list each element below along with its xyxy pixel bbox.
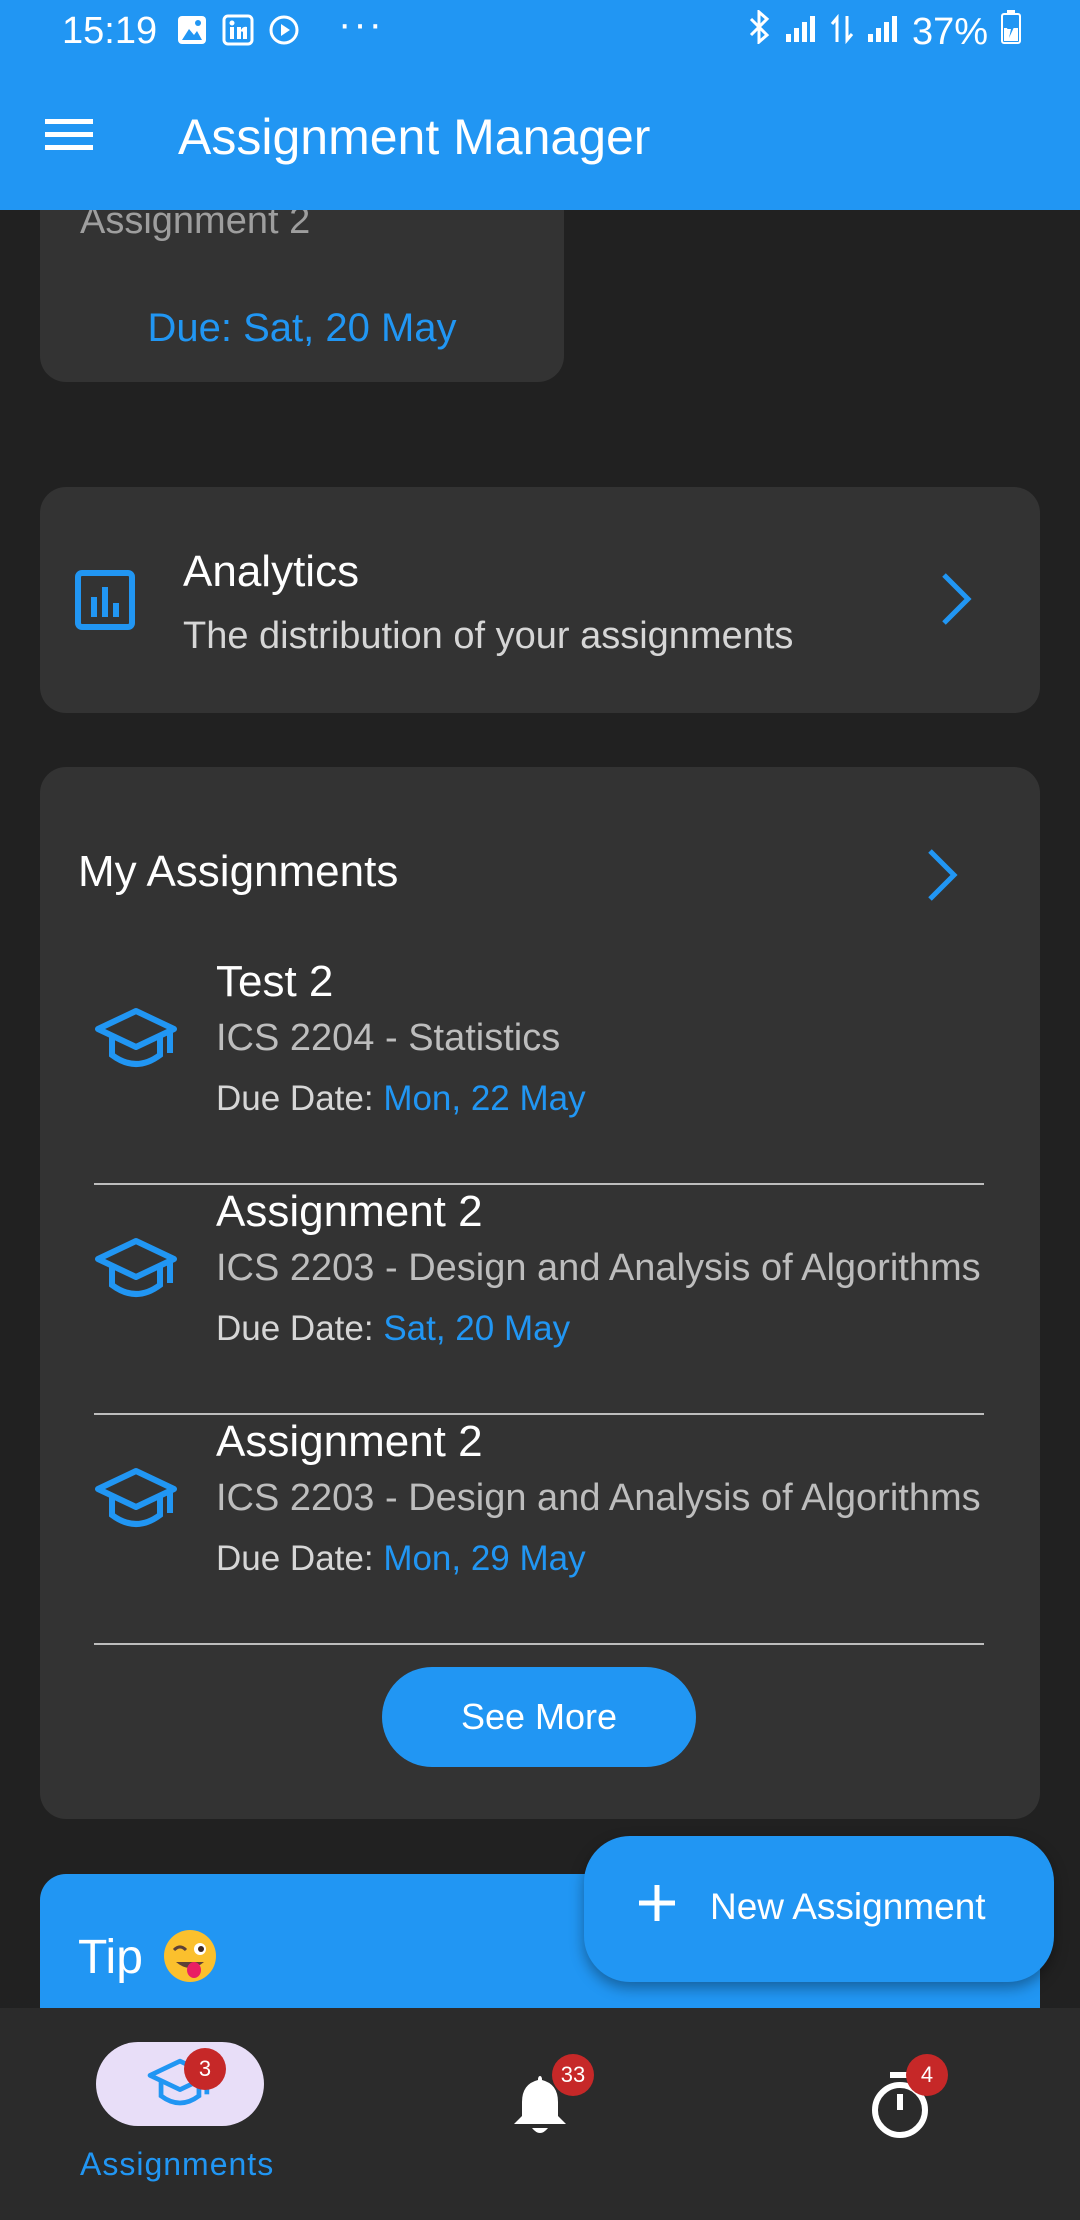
menu-icon[interactable] (30, 104, 108, 166)
new-assignment-fab[interactable]: New Assignment (584, 1836, 1054, 1982)
analytics-title: Analytics (183, 547, 360, 596)
assignment-course: ICS 2204 - Statistics (216, 1017, 561, 1059)
signal-icon (784, 11, 818, 54)
analytics-card[interactable]: Analytics The distribution of your assig… (40, 487, 1040, 713)
due-date-label: Due Date: (216, 1309, 384, 1348)
assignment-course: ICS 2203 - Design and Analysis of Algori… (216, 1477, 981, 1519)
due-date-value: Mon, 22 May (383, 1079, 586, 1118)
assignments-badge: 3 (184, 2048, 226, 2090)
more-notifications-icon: ··· (338, 2, 384, 46)
due-date-label: Due Date: (216, 1079, 384, 1118)
bottom-navigation: 3 Assignments 33 4 (0, 2008, 1080, 2220)
nav-item-timer[interactable]: 4 (720, 2008, 1080, 2220)
gallery-icon (176, 14, 208, 51)
chevron-right-icon[interactable] (938, 571, 974, 632)
assignment-due: Due Date: Mon, 22 May (216, 1079, 586, 1119)
assignment-name: Assignment 2 (216, 1187, 483, 1236)
data-transfer-icon (830, 11, 854, 54)
timer-badge: 4 (906, 2054, 948, 2096)
system-icons: 37% (748, 8, 1022, 54)
assignment-name: Test 2 (216, 957, 334, 1006)
chevron-right-icon[interactable] (924, 847, 960, 908)
app-screen: Assignment 2 Due: Sat, 20 May Analytics … (0, 0, 1080, 2220)
signal-icon (866, 11, 900, 54)
status-bar: 15:19 ··· 37% (0, 0, 1080, 66)
tip-title: Tip (78, 1931, 143, 1984)
linkedin-icon (222, 14, 254, 51)
graduation-cap-icon (94, 1237, 178, 1318)
previous-card-due: Due: Sat, 20 May (147, 306, 457, 350)
analytics-icon (74, 569, 136, 636)
nav-item-assignments[interactable]: 3 Assignments (0, 2008, 360, 2220)
my-assignments-card: My Assignments Test 2 ICS 2204 - Statist… (40, 767, 1040, 1819)
analytics-subtitle: The distribution of your assignments (183, 615, 794, 657)
due-date-value: Mon, 29 May (383, 1539, 586, 1578)
status-time: 15:19 (62, 10, 158, 52)
due-date-label: Due Date: (216, 1539, 384, 1578)
my-assignments-title: My Assignments (78, 847, 399, 896)
app-bar: 15:19 ··· 37% Assignment Manager (0, 0, 1080, 210)
assignment-name: Assignment 2 (216, 1417, 483, 1466)
assignment-list-item[interactable]: Assignment 2 ICS 2203 - Design and Analy… (94, 1417, 984, 1645)
app-title: Assignment Manager (178, 109, 651, 165)
notification-icons (176, 14, 300, 51)
due-date-value: Sat, 20 May (383, 1309, 571, 1348)
battery-charging-icon (1000, 10, 1022, 54)
assignment-list-item[interactable]: Assignment 2 ICS 2203 - Design and Analy… (94, 1187, 984, 1415)
toolbar: Assignment Manager (0, 66, 1080, 210)
nav-label-assignments: Assignments (80, 2146, 275, 2182)
bluetooth-icon (748, 8, 772, 54)
new-assignment-label: New Assignment (710, 1886, 986, 1927)
assignment-due: Due Date: Mon, 29 May (216, 1539, 586, 1579)
assignment-due: Due Date: Sat, 20 May (216, 1309, 570, 1349)
plus-icon (636, 1882, 678, 1929)
winking-face-emoji (162, 1928, 218, 1989)
see-more-button[interactable]: See More (382, 1667, 696, 1767)
notifications-badge: 33 (552, 2054, 594, 2096)
play-icon (268, 14, 300, 51)
graduation-cap-icon (94, 1467, 178, 1548)
graduation-cap-icon (94, 1007, 178, 1088)
battery-percent: 37% (911, 10, 988, 53)
nav-item-notifications[interactable]: 33 (360, 2008, 720, 2220)
assignment-list-item[interactable]: Test 2 ICS 2204 - Statistics Due Date: M… (94, 957, 984, 1185)
assignment-course: ICS 2203 - Design and Analysis of Algori… (216, 1247, 981, 1289)
